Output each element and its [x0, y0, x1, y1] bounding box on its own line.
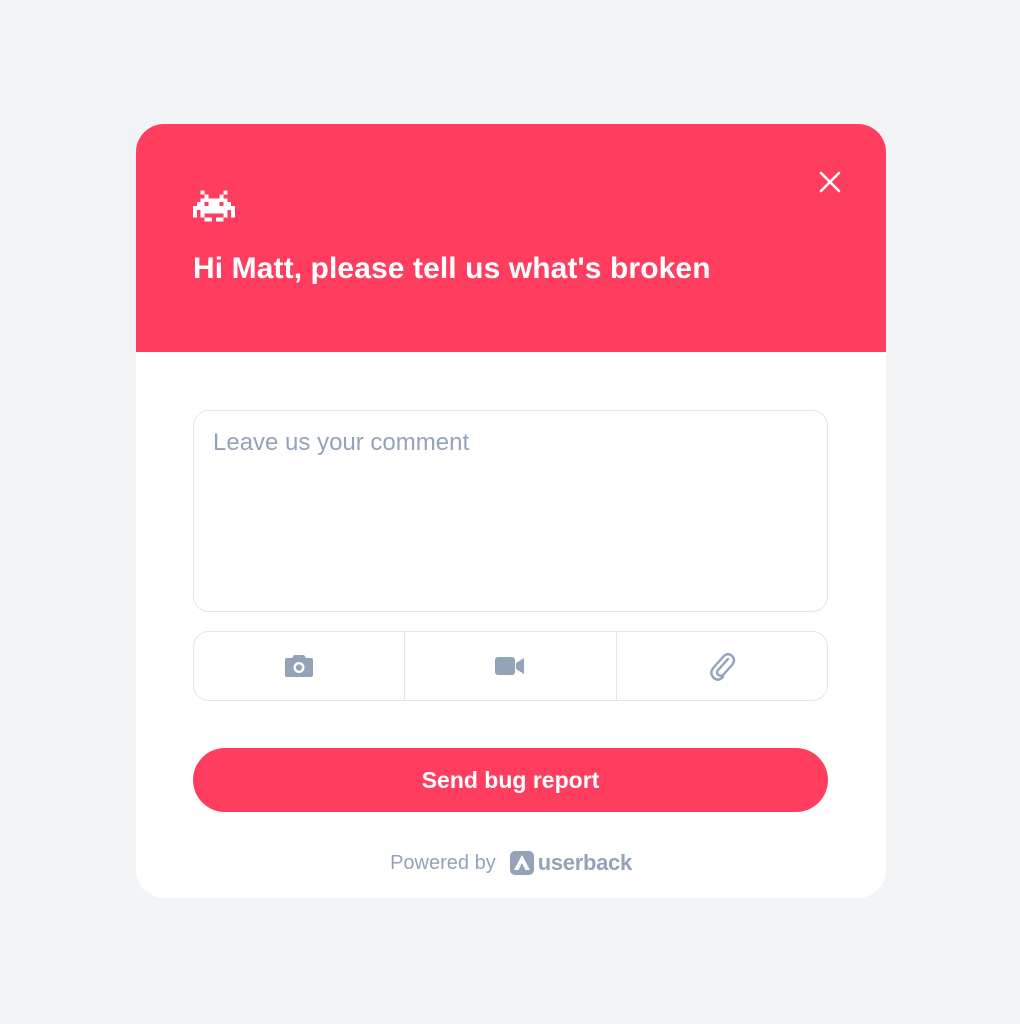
video-camera-icon: [495, 657, 525, 675]
bug-report-widget: Hi Matt, please tell us what's broken Se…: [136, 124, 886, 898]
brand-name: userback: [537, 850, 633, 875]
greeting-title: Hi Matt, please tell us what's broken: [193, 252, 711, 285]
powered-by-footer: Powered by userback: [136, 848, 886, 878]
paperclip-icon: [709, 652, 736, 681]
send-bug-report-button[interactable]: Send bug report: [193, 748, 828, 812]
powered-by-text: Powered by: [390, 851, 496, 874]
attachment-toolbar: [193, 631, 828, 701]
close-button[interactable]: [814, 166, 846, 198]
userback-link[interactable]: userback: [509, 850, 633, 876]
space-invader-bug-icon: [193, 190, 235, 222]
comment-input[interactable]: [193, 410, 828, 612]
widget-header: Hi Matt, please tell us what's broken: [136, 124, 886, 352]
close-icon: [819, 171, 841, 193]
userback-logo-icon: [509, 851, 534, 875]
attach-file-button[interactable]: [615, 632, 827, 700]
record-video-button[interactable]: [404, 632, 615, 700]
screenshot-button[interactable]: [194, 632, 404, 700]
camera-icon: [285, 655, 314, 677]
